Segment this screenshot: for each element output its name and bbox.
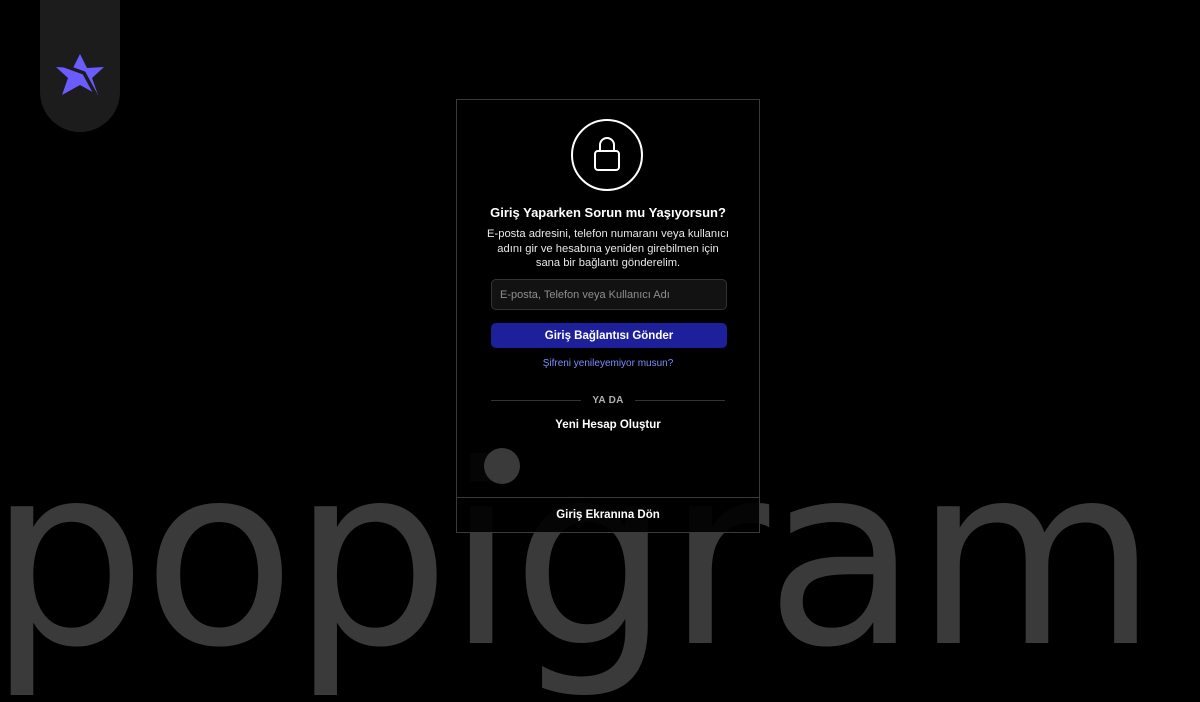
decorative-dot	[484, 448, 520, 484]
back-to-login-link[interactable]: Giriş Ekranına Dön	[457, 497, 759, 532]
cannot-reset-password-link[interactable]: Şifreni yenileyemiyor musun?	[457, 358, 759, 369]
lock-icon	[594, 137, 620, 171]
lock-icon-circle	[571, 119, 643, 191]
page-title: Giriş Yaparken Sorun mu Yaşıyorsun?	[490, 205, 726, 220]
create-account-link[interactable]: Yeni Hesap Oluştur	[457, 419, 759, 431]
instructions-text: E-posta adresini, telefon numaranı veya …	[487, 228, 729, 269]
divider-line-right	[635, 400, 725, 401]
send-login-link-button[interactable]: Giriş Bağlantısı Gönder	[491, 323, 727, 348]
identifier-input[interactable]	[491, 279, 727, 310]
star-logo-icon	[50, 54, 104, 96]
logo-tab	[40, 0, 120, 132]
